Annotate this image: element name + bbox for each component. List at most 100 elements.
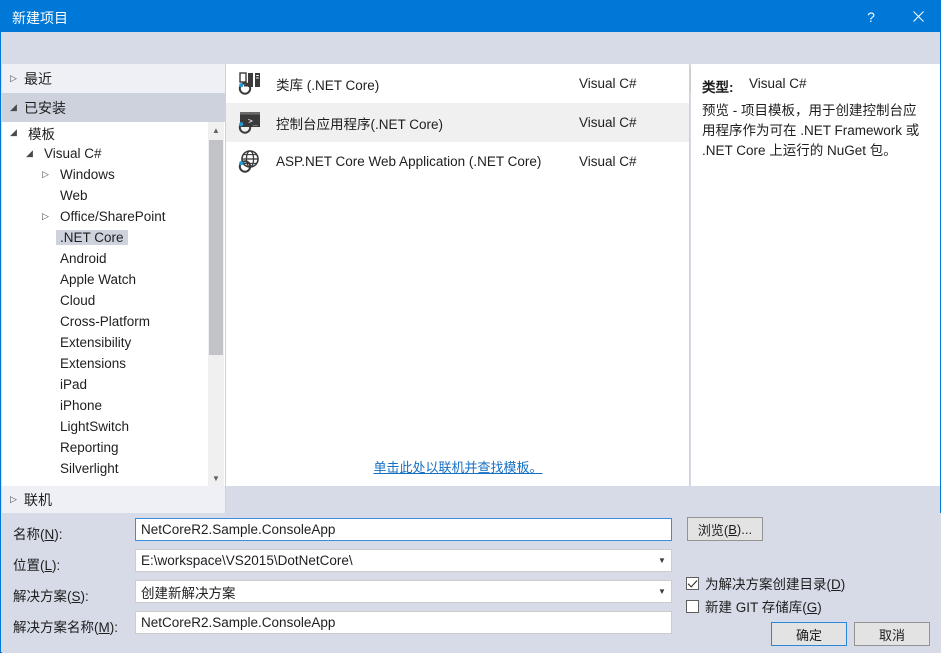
close-icon [912,11,924,22]
chevron-right-icon: ▷ [10,494,17,504]
sidebar-item-label: iPhone [60,398,103,413]
template-name: 控制台应用程序(.NET Core) [276,116,444,132]
name-label: 名称(N): [13,527,63,542]
sidebar-item-reporting[interactable]: Reporting [2,437,225,458]
project-name-value: NetCoreR2.Sample.ConsoleApp [141,522,336,537]
template-list-item[interactable]: 类库 (.NET Core) Visual C# [226,64,689,103]
help-button[interactable]: ? [849,1,893,32]
template-list: 类库 (.NET Core) Visual C# >_ 控制台应用程序(.NET Co… [226,64,690,486]
console-app-icon: >_ [226,110,276,136]
sidebar-item-label: .NET Core [56,230,128,245]
checkbox-box [686,576,699,590]
scroll-down-arrow-icon[interactable]: ▼ [208,470,224,486]
sidebar-item-label: Visual C# [44,146,102,161]
sidebar-item-label: Office/SharePoint [60,209,166,224]
sidebar-item-label: Windows [60,167,115,182]
project-name-input[interactable]: NetCoreR2.Sample.ConsoleApp [135,518,672,541]
description-type-label: 类型: [702,80,734,95]
chevron-right-icon: ▷ [42,169,49,179]
solution-name-input[interactable]: NetCoreR2.Sample.ConsoleApp [135,611,672,634]
ok-button[interactable]: 确定 [771,622,847,646]
sidebar-item-[interactable]: ◢ 模板 [2,122,225,143]
close-button[interactable] [896,1,940,32]
solution-value: 创建新解决方案 [141,585,236,601]
sidebar-item-label: Extensions [60,356,127,371]
template-list-item[interactable]: >_ 控制台应用程序(.NET Core) Visual C# [226,103,689,142]
sidebar-scrollbar[interactable]: ▲ ▼ [208,122,224,486]
toolbar: .NET Framework 4.6 ▼ 排序依据: 默认值 ▼ [2,32,941,92]
sidebar-item-cloud[interactable]: Cloud [2,290,225,311]
sidebar-item-extensions[interactable]: Extensions [2,353,225,374]
sidebar-item-label: Web [60,188,88,203]
title-bar: 新建项目 ? [1,1,940,32]
description-type-value: Visual C# [749,76,807,91]
template-description-pane: 类型: Visual C# 预览 - 项目模板，用于创建控制台应用程序作为可在 … [691,64,940,486]
sidebar-item-online[interactable]: ▷ 联机 [2,486,226,513]
class-library-icon [226,71,276,97]
sidebar-item-label: Cross-Platform [60,314,151,329]
create-directory-checkbox[interactable]: 为解决方案创建目录(D) [686,573,845,593]
sidebar-item-label: Extensibility [60,335,132,350]
template-category-tree[interactable]: ◢ 模板 ◢ Visual C# ▷ Windows Web ▷ Office/SharePoi… [2,122,225,486]
online-templates-link[interactable]: 单击此处以联机并查找模板。 [373,460,542,475]
new-project-dialog: 新建项目 ? .NET Framework 4.6 ▼ 排序依据: 默认值 ▼ [0,0,941,653]
scroll-up-arrow-icon[interactable]: ▲ [208,122,224,138]
sidebar-item-label: Silverlight [60,461,119,476]
template-language: Visual C# [579,76,637,91]
chevron-down-icon: ◢ [10,127,17,137]
sidebar-item-label: 模板 [28,126,55,142]
sidebar-item-extensibility[interactable]: Extensibility [2,332,225,353]
sidebar-item-silverlight[interactable]: Silverlight [2,458,225,479]
sidebar-item-iphone[interactable]: iPhone [2,395,225,416]
git-repository-checkbox[interactable]: 新建 GIT 存储库(G) [686,596,822,616]
template-name: ASP.NET Core Web Application (.NET Core) [276,154,542,169]
sidebar-item-web[interactable]: Web [2,185,225,206]
git-repository-label: 新建 GIT 存储库(G) [705,600,822,615]
solution-name-label: 解决方案名称(M): [13,620,118,635]
dialog-title: 新建项目 [12,10,68,26]
sidebar-item-label: 最近 [24,70,52,87]
sidebar-item-recent[interactable]: ▷ 最近 [2,64,225,93]
template-name: 类库 (.NET Core) [276,77,380,93]
browse-button[interactable]: 浏览(B)... [687,517,763,541]
sidebar-item-label: Android [60,251,107,266]
solution-dropdown[interactable]: 创建新解决方案 ▼ [135,580,672,603]
sidebar-item-windows[interactable]: ▷ Windows [2,164,225,185]
sidebar-item-label: iPad [60,377,88,392]
sidebar-item-label: Cloud [60,293,96,308]
sidebar-item-net-core[interactable]: .NET Core [2,227,225,248]
sidebar-item-lightswitch[interactable]: LightSwitch [2,416,225,437]
checkbox-box [686,599,699,613]
chevron-down-icon[interactable]: ▼ [653,556,671,565]
sidebar-item-apple-watch[interactable]: Apple Watch [2,269,225,290]
template-language: Visual C# [579,115,637,130]
sidebar-item-label: 联机 [24,491,52,508]
chevron-down-icon: ◢ [10,102,17,112]
location-input[interactable]: E:\workspace\VS2015\DotNetCore\ ▼ [135,549,672,572]
sidebar-item-label: LightSwitch [60,419,130,434]
sidebar-item-cross-platform[interactable]: Cross-Platform [2,311,225,332]
chevron-down-icon[interactable]: ▼ [653,587,671,596]
chevron-down-icon: ◢ [26,148,33,158]
sidebar-item-installed[interactable]: ◢ 已安装 [2,93,225,122]
template-list-item[interactable]: ASP.NET Core Web Application (.NET Core)… [226,142,689,181]
location-value: E:\workspace\VS2015\DotNetCore\ [141,553,353,568]
create-directory-label: 为解决方案创建目录(D) [705,577,846,592]
sidebar-item-label: 已安装 [24,99,66,116]
solution-name-value: NetCoreR2.Sample.ConsoleApp [141,615,336,630]
sidebar-item-ipad[interactable]: iPad [2,374,225,395]
cancel-button[interactable]: 取消 [854,622,930,646]
location-label: 位置(L): [13,558,61,573]
sidebar-item-label: Apple Watch [60,272,137,287]
question-mark-icon: ? [867,8,875,25]
categories-sidebar: ▷ 最近 ◢ 已安装 ◢ 模板 ◢ Visual C# ▷ Windows Web ▷ Offi… [2,64,226,486]
online-templates-link-wrap: 单击此处以联机并查找模板。 [226,457,690,476]
sidebar-item-office-sharepoint[interactable]: ▷ Office/SharePoint [2,206,225,227]
chevron-right-icon: ▷ [10,73,17,83]
template-language: Visual C# [579,154,637,169]
sidebar-item-visual-c[interactable]: ◢ Visual C# [2,143,225,164]
sidebar-item-android[interactable]: Android [2,248,225,269]
sidebar-item-label: Reporting [60,440,119,455]
scrollbar-thumb[interactable] [209,140,223,355]
solution-label: 解决方案(S): [13,589,89,604]
